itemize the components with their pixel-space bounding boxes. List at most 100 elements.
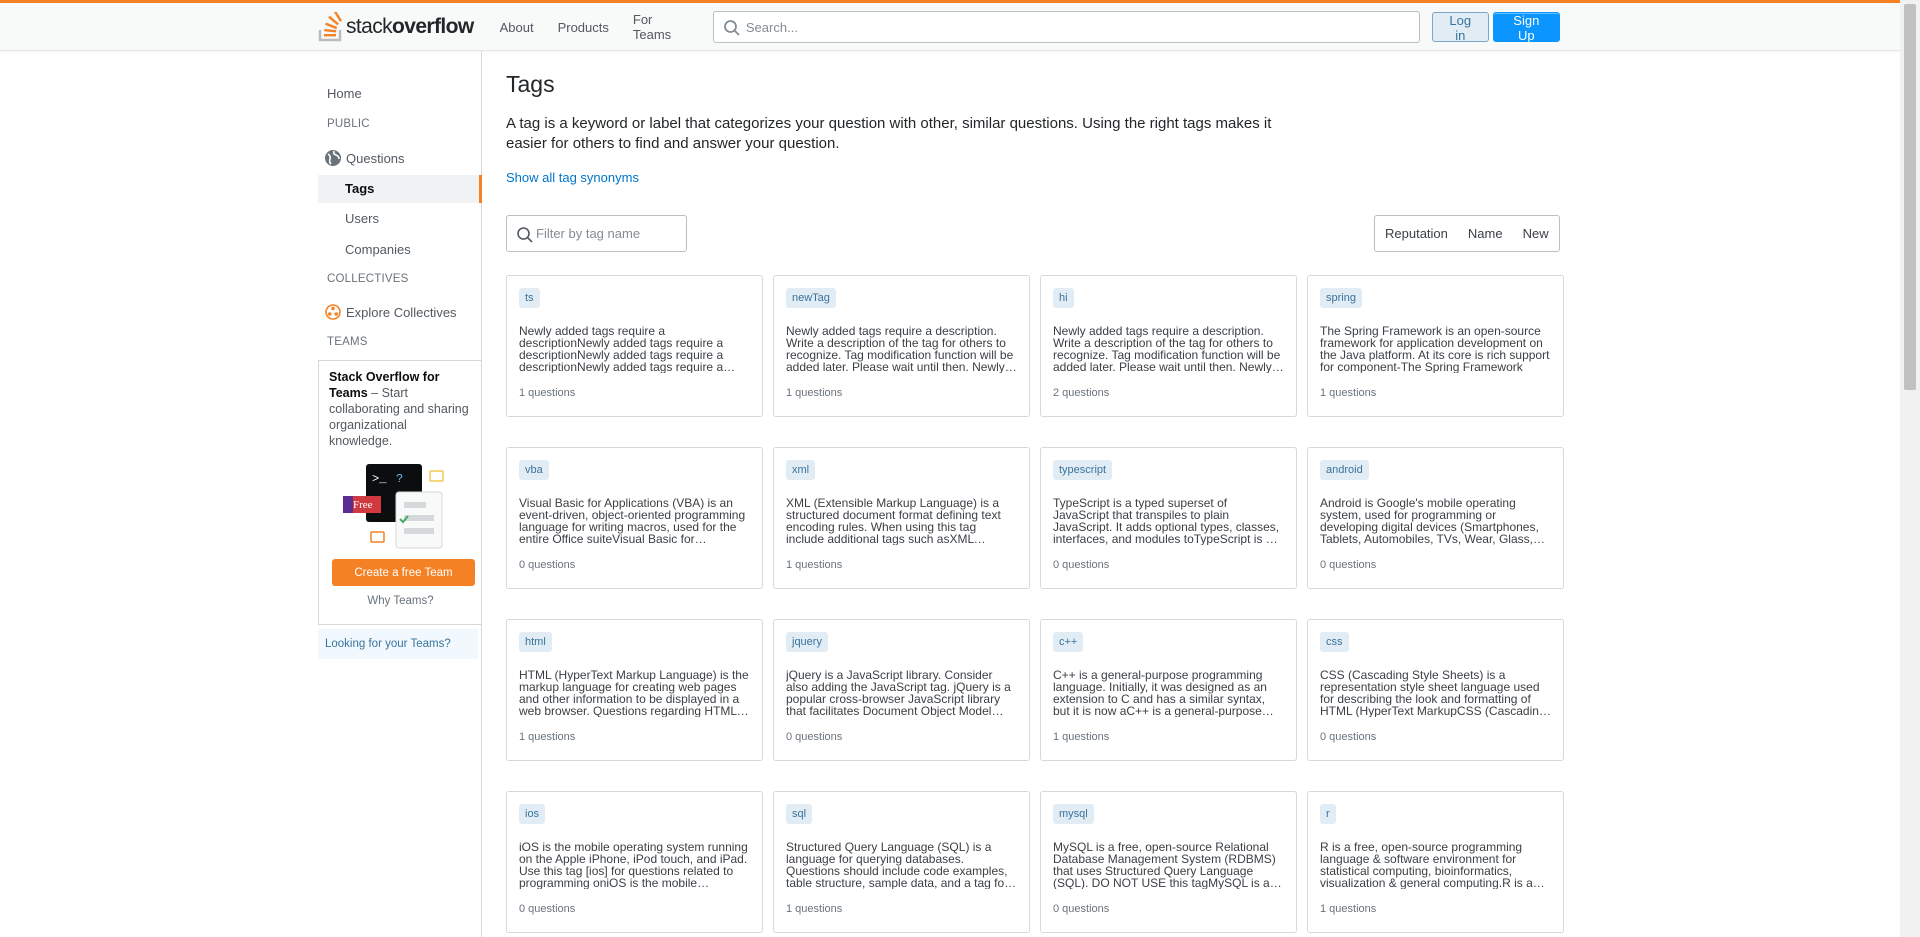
left-sidebar: Home PUBLIC Questions Tags Users Compani…	[318, 51, 482, 937]
tag-card: r R is a free, open-source programming la…	[1307, 791, 1564, 933]
teams-promo: Stack Overflow for Teams – Start collabo…	[318, 360, 481, 625]
tag-card: ios iOS is the mobile operating system ru…	[506, 791, 763, 933]
logo-text: stackoverflow	[346, 15, 474, 38]
tag-question-count: 0 questions	[519, 559, 576, 571]
tag-description: TypeScript is a typed superset of JavaSc…	[1053, 497, 1280, 545]
tag-description: Visual Basic for Applications (VBA) is a…	[519, 497, 746, 545]
globe-icon	[324, 149, 342, 167]
page-scrollbar[interactable]	[1900, 0, 1920, 937]
why-teams-link[interactable]: Why Teams?	[319, 595, 482, 607]
tag-card: css CSS (Cascading Style Sheets) is a rep…	[1307, 619, 1564, 761]
sidebar-heading-public: PUBLIC	[327, 118, 370, 130]
tag-question-count: 0 questions	[786, 731, 843, 743]
sidebar-item-companies[interactable]: Companies	[345, 242, 411, 257]
tag-description: MySQL is a free, open-source Relational …	[1053, 841, 1276, 889]
sidebar-item-explore-collectives[interactable]: Explore Collectives	[324, 303, 457, 321]
tag-chip[interactable]: typescript	[1053, 460, 1113, 480]
search-input[interactable]	[745, 19, 1419, 35]
tag-question-count: 1 questions	[786, 387, 843, 399]
tag-question-count: 1 questions	[519, 387, 576, 399]
tag-card: jquery jQuery is a JavaScript library. Co…	[773, 619, 1030, 761]
tag-chip[interactable]: html	[519, 632, 552, 652]
tag-chip[interactable]: c++	[1053, 632, 1084, 652]
tag-card: html HTML (HyperText Markup Language) is …	[506, 619, 763, 761]
tag-question-count: 0 questions	[1320, 731, 1377, 743]
tag-chip[interactable]: ts	[519, 288, 540, 308]
tag-card: vba Visual Basic for Applications (VBA) i…	[506, 447, 763, 589]
tag-chip[interactable]: xml	[786, 460, 816, 480]
search-box[interactable]	[712, 11, 1420, 43]
search-icon	[723, 20, 740, 36]
tag-card: mysql MySQL is a free, open-source Relati…	[1040, 791, 1297, 933]
create-free-team-button[interactable]: Create a free Team	[332, 559, 475, 586]
tag-question-count: 1 questions	[786, 903, 843, 915]
stackoverflow-logo[interactable]: stackoverflow	[318, 3, 474, 51]
tag-question-count: 1 questions	[1053, 731, 1110, 743]
tag-card: c++ C++ is a general-purpose programming …	[1040, 619, 1297, 761]
tag-grid: ts Newly added tags require a description…	[506, 275, 1564, 933]
show-tag-synonyms-link[interactable]: Show all tag synonyms	[506, 170, 639, 185]
tag-filter-box[interactable]	[506, 215, 687, 252]
tag-description: XML (Extensible Markup Language) is a st…	[786, 497, 1001, 545]
tag-description: HTML (HyperText Markup Language) is the …	[519, 669, 749, 717]
sidebar-item-home[interactable]: Home	[327, 86, 491, 101]
tag-chip[interactable]: mysql	[1053, 804, 1094, 824]
tag-card: spring The Spring Framework is an open-so…	[1307, 275, 1564, 417]
tag-card: newTag Newly added tags require a descrip…	[773, 275, 1030, 417]
tag-question-count: 0 questions	[1053, 903, 1110, 915]
tag-description: Newly added tags require a description. …	[786, 325, 1014, 373]
signup-button[interactable]: Sign Up	[1492, 12, 1560, 43]
free-badge: Free	[353, 499, 373, 511]
tag-chip[interactable]: vba	[519, 460, 549, 480]
nav-products[interactable]: Products	[546, 14, 621, 41]
sort-reputation-button[interactable]: Reputation	[1375, 216, 1458, 251]
tag-sort-group: Reputation Name New	[1374, 215, 1560, 252]
nav-for-teams[interactable]: For Teams	[621, 6, 705, 48]
tag-description: Android is Google's mobile operating sys…	[1320, 497, 1539, 545]
svg-text:?: ?	[396, 472, 403, 486]
sort-new-button[interactable]: New	[1513, 216, 1559, 251]
tag-question-count: 0 questions	[1053, 559, 1110, 571]
sidebar-heading-collectives: COLLECTIVES	[327, 273, 409, 285]
tag-question-count: 2 questions	[1053, 387, 1110, 399]
tag-chip[interactable]: hi	[1053, 288, 1074, 308]
search-icon	[517, 227, 533, 243]
tag-description: The Spring Framework is an open-source f…	[1320, 325, 1550, 373]
nav-about[interactable]: About	[488, 14, 546, 41]
tag-filter-input[interactable]	[536, 226, 676, 241]
collectives-icon	[324, 303, 342, 321]
tag-description: Structured Query Language (SQL) is a lan…	[786, 841, 1009, 889]
tag-description: C++ is a general-purpose programming lan…	[1053, 669, 1267, 717]
sidebar-heading-teams: TEAMS	[327, 336, 368, 348]
sidebar-item-questions[interactable]: Questions	[324, 149, 405, 167]
tag-question-count: 0 questions	[1320, 559, 1377, 571]
tag-card: typescript TypeScript is a typed superset…	[1040, 447, 1297, 589]
tag-description: Newly added tags require a description. …	[1053, 325, 1281, 373]
tag-description: jQuery is a JavaScript library. Consider…	[786, 669, 1011, 717]
tag-question-count: 0 questions	[519, 903, 576, 915]
looking-for-teams-link[interactable]: Looking for your Teams?	[318, 629, 478, 659]
tag-chip[interactable]: sql	[786, 804, 813, 824]
tag-chip[interactable]: spring	[1320, 288, 1362, 308]
tag-card: hi Newly added tags require a description…	[1040, 275, 1297, 417]
tag-card: sql Structured Query Language (SQL) is a …	[773, 791, 1030, 933]
tag-chip[interactable]: css	[1320, 632, 1349, 652]
sidebar-item-questions-label: Questions	[346, 150, 405, 166]
tag-chip[interactable]: jquery	[786, 632, 828, 652]
tag-chip[interactable]: android	[1320, 460, 1369, 480]
tag-chip[interactable]: newTag	[786, 288, 836, 308]
login-button[interactable]: Log in	[1431, 12, 1489, 43]
sidebar-item-users[interactable]: Users	[345, 211, 379, 226]
sort-name-button[interactable]: Name	[1458, 216, 1513, 251]
tag-question-count: 1 questions	[1320, 903, 1377, 915]
tag-question-count: 1 questions	[1320, 387, 1377, 399]
page-description: A tag is a keyword or label that categor…	[506, 115, 1272, 152]
scrollbar-thumb[interactable]	[1904, 4, 1916, 390]
tag-card: xml XML (Extensible Markup Language) is a…	[773, 447, 1030, 589]
teams-promo-text: Stack Overflow for Teams – Start collabo…	[329, 370, 469, 448]
tag-chip[interactable]: ios	[519, 804, 546, 824]
tag-description: CSS (Cascading Style Sheets) is a repres…	[1320, 669, 1546, 717]
tag-question-count: 1 questions	[519, 731, 576, 743]
tag-chip[interactable]: r	[1320, 804, 1336, 824]
sidebar-item-tags[interactable]: Tags	[318, 175, 482, 203]
